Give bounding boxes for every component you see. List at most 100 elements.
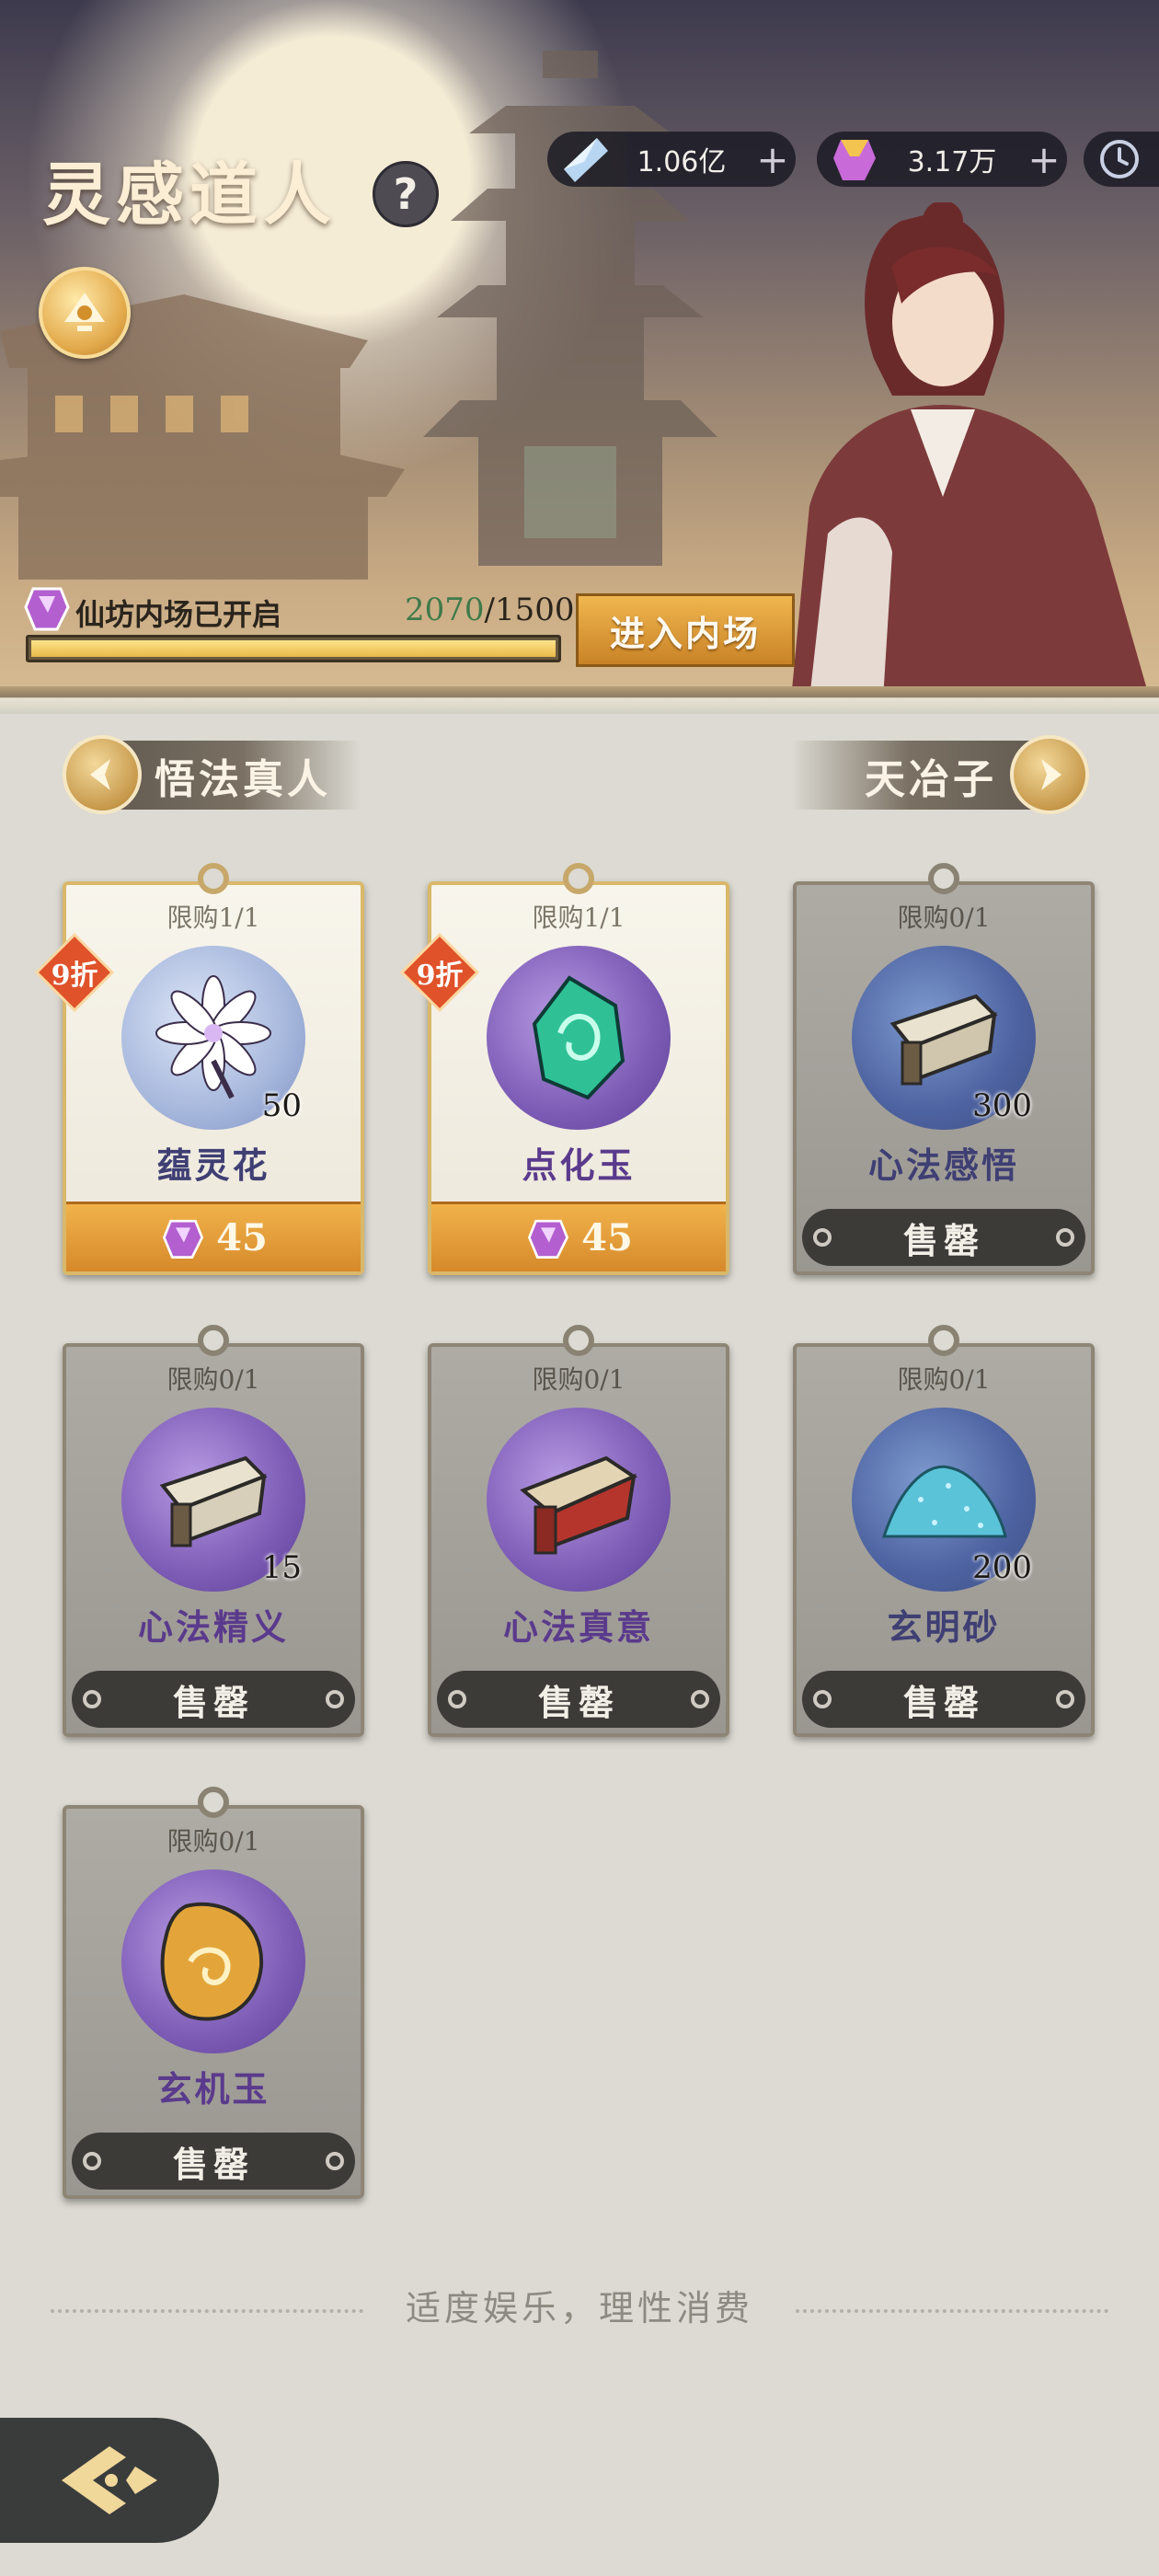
gem-amount: 3.17万 — [907, 146, 997, 178]
add-gem-button[interactable]: + — [1021, 137, 1067, 182]
buy-button[interactable]: 45 — [431, 1202, 726, 1271]
shop-item-card[interactable]: 限购0/1 300 心法感悟 售罄 — [793, 863, 1095, 1275]
item-name: 心法感悟 — [867, 1144, 1019, 1186]
sold-out-label: 售罄 — [437, 1671, 720, 1728]
discount-label: 9折 — [416, 960, 464, 992]
ornament-dot — [813, 1228, 832, 1247]
sold-out-label: 售罄 — [72, 1671, 355, 1728]
pagoda-illustration — [423, 51, 717, 566]
ornament-dot — [448, 1690, 466, 1708]
add-crystal-button[interactable]: + — [750, 137, 796, 182]
currency-gem: 3.17万 + — [817, 132, 1067, 187]
progress-separator: / — [484, 592, 495, 628]
item-image: 300 — [852, 946, 1036, 1130]
shop-item-card[interactable]: 限购0/1 200 玄明砂 售罄 — [793, 1325, 1095, 1737]
sold-out-label: 售罄 — [802, 1209, 1085, 1266]
shop-item-card[interactable]: 限购0/1 15 心法精义 售罄 — [63, 1325, 364, 1737]
shop-item-card[interactable]: 限购0/1 玄机玉 售罄 — [63, 1787, 364, 2199]
progress-fill — [31, 640, 556, 657]
emblem-icon — [64, 293, 105, 331]
item-quantity: 50 — [261, 1087, 302, 1124]
ornament-dot — [83, 1690, 101, 1708]
item-name: 玄机玉 — [156, 2068, 270, 2110]
progress-label: 仙坊内场已开启 — [75, 597, 282, 632]
sand-pile-icon — [881, 1465, 1007, 1538]
purchase-limit: 限购0/1 — [897, 1364, 991, 1395]
sold-out-text: 售罄 — [902, 1681, 984, 1723]
page-title: 灵感道人 — [42, 155, 337, 235]
ornament-dot — [1056, 1228, 1074, 1247]
chevron-left-icon — [63, 735, 142, 814]
item-image: 15 — [121, 1408, 305, 1592]
discount-badge: 9折 — [400, 933, 479, 1012]
purple-gem-icon — [528, 1219, 569, 1259]
item-name: 心法真意 — [502, 1606, 654, 1648]
next-vendor-label: 天冶子 — [865, 755, 997, 803]
item-name: 心法精义 — [137, 1606, 289, 1648]
crystal-amount: 1.06亿 — [637, 146, 727, 178]
card-hook — [563, 1325, 594, 1356]
discount-label: 9折 — [51, 960, 98, 992]
item-price: 45 — [216, 1216, 268, 1259]
card-hook — [198, 1325, 229, 1356]
card-hook — [198, 863, 229, 894]
item-name: 玄明砂 — [887, 1606, 1001, 1648]
item-price: 45 — [581, 1216, 633, 1259]
item-quantity: 15 — [261, 1549, 302, 1586]
purchase-limit: 限购1/1 — [166, 903, 260, 933]
item-image: 50 — [121, 946, 305, 1130]
hero-divider — [0, 686, 1159, 714]
shop-item-card[interactable]: 限购1/1 点化玉 45 9折 — [400, 863, 729, 1275]
enter-inner-market-button[interactable]: 进入内场 — [576, 593, 795, 667]
history-button[interactable] — [1084, 132, 1159, 187]
card-hook — [928, 863, 959, 894]
amber-jade-icon — [160, 1902, 264, 2021]
progress-total: 1500 — [495, 592, 575, 628]
ornament-dot — [326, 1690, 344, 1708]
item-image — [487, 946, 671, 1130]
scroll-icon — [889, 994, 998, 1086]
purchase-limit: 限购0/1 — [166, 1826, 260, 1857]
item-name: 点化玉 — [522, 1144, 636, 1186]
scroll-icon — [520, 1455, 638, 1555]
ornament-dot — [691, 1690, 709, 1708]
item-image — [121, 1869, 305, 2053]
buy-button[interactable]: 45 — [66, 1202, 361, 1271]
scroll-icon — [159, 1455, 268, 1547]
shop-item-card[interactable]: 限购0/1 心法真意 售罄 — [428, 1325, 729, 1737]
sold-out-label: 售罄 — [72, 2133, 355, 2190]
prev-vendor-tab[interactable]: 悟法真人 — [63, 735, 361, 814]
chevron-right-icon — [1010, 735, 1089, 814]
back-button[interactable] — [0, 2418, 219, 2543]
purchase-limit: 限购1/1 — [532, 903, 625, 933]
flower-icon — [155, 975, 271, 1099]
sold-out-text: 售罄 — [172, 1681, 254, 1723]
progress-current: 2070 — [405, 592, 485, 628]
sold-out-text: 售罄 — [537, 1681, 619, 1723]
sold-out-label: 售罄 — [802, 1671, 1085, 1728]
sold-out-text: 售罄 — [902, 1219, 984, 1261]
item-image — [487, 1408, 671, 1592]
sold-out-text: 售罄 — [172, 2143, 254, 2185]
ornament-dot — [83, 2152, 101, 2170]
shop-item-card[interactable]: 限购1/1 50 蕴灵花 45 9折 — [35, 863, 364, 1275]
purchase-limit: 限购0/1 — [897, 903, 991, 933]
spirit-crystal-icon — [564, 138, 608, 182]
ornament-dot — [813, 1690, 832, 1708]
item-quantity: 200 — [972, 1549, 1032, 1586]
currency-crystal: 1.06亿 + — [547, 132, 796, 187]
purple-gem-icon — [163, 1219, 204, 1259]
card-hook — [928, 1325, 959, 1356]
purchase-limit: 限购0/1 — [166, 1364, 260, 1395]
clock-icon — [1100, 140, 1139, 178]
next-vendor-tab[interactable]: 天冶子 — [791, 735, 1089, 814]
purchase-limit: 限购0/1 — [532, 1364, 625, 1395]
item-name: 蕴灵花 — [156, 1144, 270, 1186]
shop-emblem-button[interactable] — [39, 267, 131, 359]
progress-count: 2070/1500 — [405, 592, 575, 628]
help-button[interactable]: ? — [373, 161, 439, 227]
footer-note: 适度娱乐，理性消费 — [405, 2288, 753, 2329]
purple-gem-icon — [24, 587, 70, 631]
item-quantity: 300 — [972, 1087, 1032, 1124]
ornament-dot — [1056, 1690, 1074, 1708]
